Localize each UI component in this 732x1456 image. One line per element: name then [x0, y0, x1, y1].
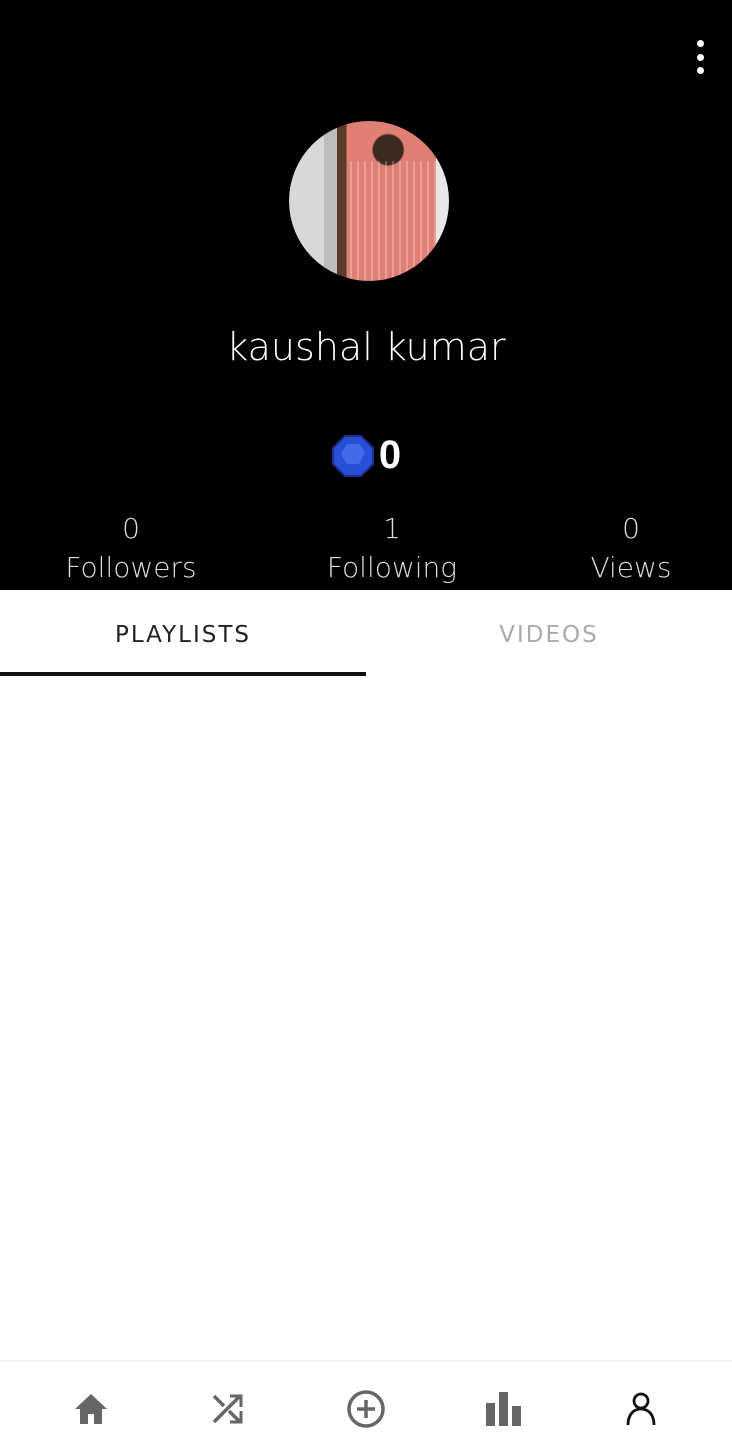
stat-views[interactable]: 0 Views	[531, 512, 731, 584]
stat-followers[interactable]: 0 Followers	[31, 512, 231, 584]
views-label: Views	[590, 551, 672, 584]
profile-header: kaushal kumar 0 0 Followers 1 Following 0 V…	[0, 0, 732, 590]
nav-profile[interactable]	[611, 1379, 671, 1439]
following-label: Following	[326, 551, 458, 584]
profile-icon	[626, 1392, 656, 1426]
add-circle-icon	[347, 1390, 385, 1428]
following-count: 1	[383, 512, 401, 545]
home-icon	[74, 1394, 107, 1424]
followers-label: Followers	[65, 551, 197, 584]
leaderboard-icon	[485, 1392, 521, 1426]
tab-videos[interactable]: VIDEOS	[366, 590, 732, 676]
nav-leaderboard[interactable]	[474, 1379, 534, 1439]
more-options-icon[interactable]	[690, 40, 710, 74]
gem-count: 0	[378, 433, 402, 477]
bottom-nav	[0, 1360, 732, 1456]
gem-balance: 0	[0, 433, 732, 478]
profile-name: kaushal kumar	[226, 325, 506, 369]
shuffle-icon	[213, 1394, 243, 1424]
nav-shuffle[interactable]	[198, 1379, 258, 1439]
views-count: 0	[622, 512, 640, 545]
followers-count: 0	[122, 512, 140, 545]
gem-icon	[331, 434, 374, 477]
nav-add[interactable]	[336, 1379, 396, 1439]
tab-playlists[interactable]: PLAYLISTS	[0, 590, 366, 676]
stat-following[interactable]: 1 Following	[292, 512, 492, 584]
content-tabs: PLAYLISTS VIDEOS	[0, 590, 732, 676]
nav-home[interactable]	[61, 1379, 121, 1439]
avatar[interactable]	[289, 121, 449, 281]
